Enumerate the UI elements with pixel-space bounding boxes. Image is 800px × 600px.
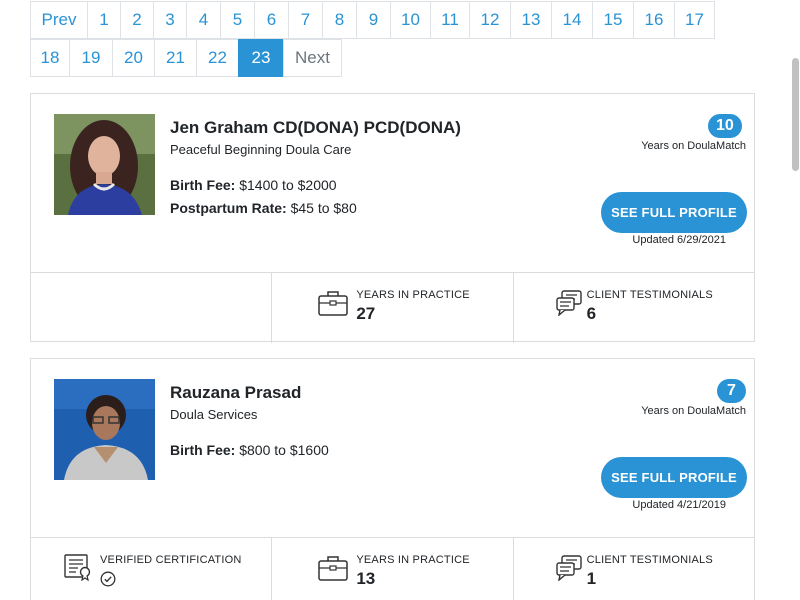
stats-row: YEARS IN PRACTICE 27 CLIENT TESTIMONIALS… [31,272,754,343]
page-15-link[interactable]: 15 [592,1,634,39]
years-in-practice-value: 27 [356,304,376,323]
years-on-site-label: Years on DoulaMatch [641,140,746,152]
speech-bubbles-icon [555,555,582,586]
postpartum-rate: Postpartum Rate: $45 to $80 [170,200,357,216]
page-3-link[interactable]: 3 [153,1,187,39]
briefcase-icon [318,290,349,321]
client-testimonials-value: 1 [586,569,597,588]
stat-years-in-practice: YEARS IN PRACTICE 27 [271,273,512,343]
page-19-link[interactable]: 19 [69,39,113,77]
years-in-practice-label: YEARS IN PRACTICE [356,554,470,566]
speech-bubbles-icon [555,290,582,321]
briefcase-icon [318,555,349,586]
page-2-link[interactable]: 2 [120,1,154,39]
verified-certification-label: VERIFIED CERTIFICATION [100,554,242,566]
page-20-link[interactable]: 20 [112,39,155,77]
birth-fee-label: Birth Fee: [170,177,236,193]
postpartum-rate-label: Postpartum Rate: [170,200,287,216]
birth-fee-value: $800 to $1600 [239,442,329,458]
years-in-practice-label: YEARS IN PRACTICE [356,289,470,301]
stat-years-in-practice: YEARS IN PRACTICE 13 [271,538,512,600]
updated-date: Updated 4/21/2019 [632,499,726,511]
doula-card: Rauzana Prasad Doula Services Birth Fee:… [30,358,755,600]
page-6-link[interactable]: 6 [254,1,289,39]
client-testimonials-label: CLIENT TESTIMONIALS [586,289,713,301]
next-page-link[interactable]: Next [283,39,342,77]
page-13-link[interactable]: 13 [510,1,552,39]
birth-fee: Birth Fee: $800 to $1600 [170,442,329,458]
years-on-site-badge: 7 [717,379,746,403]
page-9-link[interactable]: 9 [356,1,391,39]
page-18-link[interactable]: 18 [30,39,70,77]
doula-agency: Peaceful Beginning Doula Care [170,142,352,157]
check-circle-icon [100,571,116,592]
page-8-link[interactable]: 8 [322,1,357,39]
stat-client-testimonials: CLIENT TESTIMONIALS 1 [512,538,754,600]
pagination-row-2: 18 19 20 21 22 23 Next [30,39,342,77]
doula-name[interactable]: Jen Graham CD(DONA) PCD(DONA) [170,118,461,138]
postpartum-rate-value: $45 to $80 [290,200,357,216]
page-22-link[interactable]: 22 [196,39,239,77]
stat-verified-certification: VERIFIED CERTIFICATION [31,538,271,600]
see-full-profile-button[interactable]: SEE FULL PROFILE [601,457,747,498]
stat-client-testimonials: CLIENT TESTIMONIALS 6 [512,273,754,343]
doula-card: Jen Graham CD(DONA) PCD(DONA) Peaceful B… [30,93,755,343]
see-full-profile-button[interactable]: SEE FULL PROFILE [601,192,747,233]
doula-photo[interactable] [54,379,155,480]
page-7-link[interactable]: 7 [288,1,323,39]
page-5-link[interactable]: 5 [220,1,255,39]
page-14-link[interactable]: 14 [551,1,593,39]
page-1-link[interactable]: 1 [87,1,121,39]
birth-fee-label: Birth Fee: [170,442,236,458]
certificate-icon [64,553,92,586]
page-10-link[interactable]: 10 [390,1,431,39]
page-23-link[interactable]: 23 [238,39,284,77]
stat-empty [31,273,271,343]
doula-agency: Doula Services [170,407,258,422]
prev-page-link[interactable]: Prev [30,1,88,39]
client-testimonials-label: CLIENT TESTIMONIALS [586,554,713,566]
birth-fee: Birth Fee: $1400 to $2000 [170,177,337,193]
doula-photo[interactable] [54,114,155,215]
stats-row: VERIFIED CERTIFICATION YEARS IN PRACTICE… [31,537,754,600]
birth-fee-value: $1400 to $2000 [239,177,337,193]
years-on-site-badge: 10 [708,114,742,138]
page-21-link[interactable]: 21 [154,39,197,77]
updated-date: Updated 6/29/2021 [632,234,726,246]
pagination-row-1: Prev 1 2 3 4 5 6 7 8 9 10 11 12 13 14 15 16 17 [30,1,715,39]
years-on-site-label: Years on DoulaMatch [641,405,746,417]
page-17-link[interactable]: 17 [674,1,715,39]
scrollbar-thumb[interactable] [792,58,799,171]
page-11-link[interactable]: 11 [430,1,470,39]
page-12-link[interactable]: 12 [469,1,511,39]
doula-name[interactable]: Rauzana Prasad [170,383,301,403]
page-4-link[interactable]: 4 [186,1,221,39]
page-16-link[interactable]: 16 [633,1,675,39]
years-in-practice-value: 13 [356,569,376,588]
client-testimonials-value: 6 [586,304,597,323]
